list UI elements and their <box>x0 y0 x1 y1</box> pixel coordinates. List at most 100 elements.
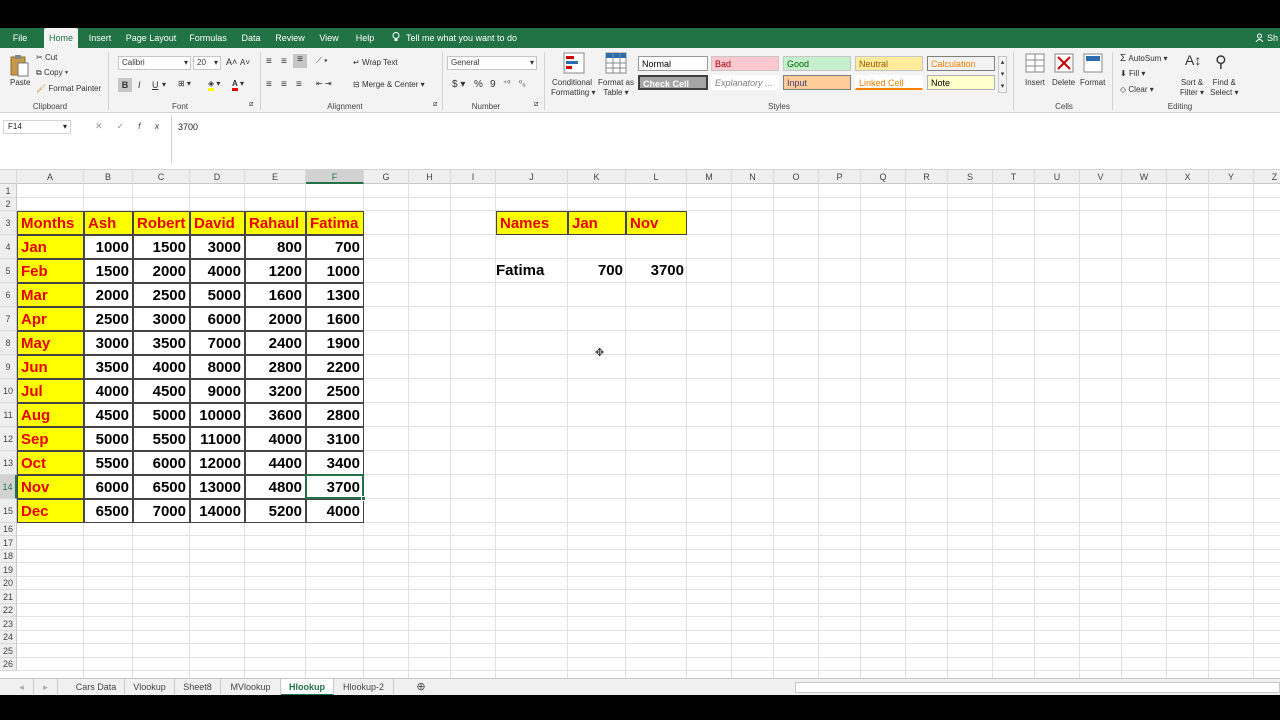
value-cell[interactable]: 9000 <box>190 379 245 403</box>
column-header-h[interactable]: H <box>409 170 451 184</box>
tab-data[interactable]: Data <box>237 28 265 48</box>
user-account[interactable]: Sh <box>1255 28 1280 48</box>
sheet-tab-hlookup-2[interactable]: Hlookup-2 <box>334 679 394 696</box>
value-cell[interactable]: 1000 <box>84 235 133 259</box>
style-calculation[interactable]: Calculation <box>927 56 995 71</box>
month-cell[interactable]: Jan <box>17 235 84 259</box>
column-header-v[interactable]: V <box>1080 170 1122 184</box>
row-header-22[interactable]: 22 <box>0 604 17 617</box>
row-header-2[interactable]: 2 <box>0 198 17 211</box>
value-cell[interactable]: 5500 <box>84 451 133 475</box>
value-cell[interactable]: 14000 <box>190 499 245 523</box>
value-cell[interactable]: 7000 <box>133 499 190 523</box>
value-cell[interactable]: 5000 <box>133 403 190 427</box>
lookup-header-cell[interactable]: Nov <box>626 211 687 235</box>
row-header-24[interactable]: 24 <box>0 631 17 644</box>
row-header-5[interactable]: 5 <box>0 259 17 283</box>
styles-scroll[interactable]: ▴ ▾ ▾ <box>998 56 1007 93</box>
copy-button[interactable]: ⧉ Copy ▾ <box>36 68 68 78</box>
autosum-button[interactable]: Σ AutoSum ▾ <box>1120 53 1168 64</box>
value-cell[interactable]: 4400 <box>245 451 306 475</box>
value-cell[interactable]: 3600 <box>245 403 306 427</box>
column-header-r[interactable]: R <box>906 170 948 184</box>
value-cell[interactable]: 2800 <box>245 355 306 379</box>
number-format-select[interactable]: General ▾ <box>447 56 537 70</box>
column-header-c[interactable]: C <box>133 170 190 184</box>
value-cell[interactable]: 4000 <box>306 499 364 523</box>
find-icon[interactable]: ⚲ <box>1215 52 1227 72</box>
orientation-icon[interactable]: ⟋ ▾ <box>316 56 328 66</box>
row-header-20[interactable]: 20 <box>0 577 17 590</box>
column-header-k[interactable]: K <box>568 170 626 184</box>
sheet-tab-vlookup[interactable]: Vlookup <box>125 679 175 696</box>
tab-insert[interactable]: Insert <box>84 28 116 48</box>
row-header-18[interactable]: 18 <box>0 550 17 563</box>
value-cell[interactable]: 2400 <box>245 331 306 355</box>
value-cell[interactable]: 6000 <box>190 307 245 331</box>
value-cell[interactable]: 6000 <box>84 475 133 499</box>
column-header-j[interactable]: J <box>496 170 568 184</box>
style-linked-cell[interactable]: Linked Cell <box>855 75 923 90</box>
value-cell[interactable]: 13000 <box>190 475 245 499</box>
align-left-icon[interactable]: ≡ <box>266 79 272 90</box>
row-header-19[interactable]: 19 <box>0 563 17 577</box>
delete-cells-button[interactable] <box>1053 52 1075 76</box>
value-cell[interactable]: 8000 <box>190 355 245 379</box>
formula-input[interactable]: 3700 <box>171 115 1280 164</box>
enter-icon[interactable]: ✓ <box>117 121 139 131</box>
lookup-name-cell[interactable]: Fatima <box>496 259 568 283</box>
row-header-26[interactable]: 26 <box>0 658 17 671</box>
value-cell[interactable]: 2000 <box>133 259 190 283</box>
style-good[interactable]: Good <box>783 56 851 71</box>
value-cell[interactable]: 3000 <box>133 307 190 331</box>
increase-decimal-icon[interactable]: ⁺⁰ <box>503 79 510 88</box>
fill-handle[interactable] <box>361 496 366 501</box>
row-header-3[interactable]: 3 <box>0 211 17 235</box>
value-cell[interactable]: 4000 <box>190 259 245 283</box>
style-input[interactable]: Input <box>783 75 851 90</box>
month-cell[interactable]: Oct <box>17 451 84 475</box>
value-cell[interactable]: 5200 <box>245 499 306 523</box>
month-cell[interactable]: Aug <box>17 403 84 427</box>
dialog-launcher-icon[interactable]: ⧄ <box>249 101 253 109</box>
scroll-next-icon[interactable]: ▸ <box>34 679 58 696</box>
column-header-y[interactable]: Y <box>1209 170 1254 184</box>
dialog-launcher-icon[interactable]: ⧄ <box>433 101 437 109</box>
table-header-cell[interactable]: David <box>190 211 245 235</box>
column-header-b[interactable]: B <box>84 170 133 184</box>
shrink-font-button[interactable]: A˅ <box>240 58 250 67</box>
value-cell[interactable]: 4000 <box>133 355 190 379</box>
font-color-button[interactable]: A ▾ <box>232 79 244 91</box>
row-header-13[interactable]: 13 <box>0 451 17 475</box>
column-header-p[interactable]: P <box>819 170 861 184</box>
row-header-1[interactable]: 1 <box>0 184 17 198</box>
row-header-21[interactable]: 21 <box>0 590 17 604</box>
lookup-result-cell[interactable]: 700 <box>568 259 626 283</box>
value-cell[interactable]: 1600 <box>306 307 364 331</box>
row-header-10[interactable]: 10 <box>0 379 17 403</box>
row-header-6[interactable]: 6 <box>0 283 17 307</box>
style-note[interactable]: Note <box>927 75 995 90</box>
select-all-corner[interactable] <box>0 170 17 184</box>
row-header-7[interactable]: 7 <box>0 307 17 331</box>
value-cell[interactable]: 1200 <box>245 259 306 283</box>
table-header-cell[interactable]: Ash <box>84 211 133 235</box>
value-cell[interactable]: 2500 <box>306 379 364 403</box>
value-cell[interactable]: 5500 <box>133 427 190 451</box>
value-cell[interactable]: 2500 <box>133 283 190 307</box>
font-name-select[interactable]: Calibri ▾ <box>118 56 191 70</box>
tab-file[interactable]: File <box>6 28 34 48</box>
worksheet-grid[interactable]: ABCDEFGHIJKLMNOPQRSTUVWXYZ 1 2 3 4 5 6 7 8 9 10 11… <box>0 170 1280 678</box>
value-cell[interactable]: 5000 <box>84 427 133 451</box>
style-check-cell[interactable]: Check Cell <box>638 75 708 90</box>
month-cell[interactable]: Jul <box>17 379 84 403</box>
value-cell[interactable]: 2500 <box>84 307 133 331</box>
column-header-x[interactable]: X <box>1167 170 1209 184</box>
tab-review[interactable]: Review <box>272 28 308 48</box>
value-cell[interactable]: 2200 <box>306 355 364 379</box>
comma-button[interactable]: 9 <box>490 79 496 90</box>
clear-button[interactable]: ◇ Clear ▾ <box>1120 85 1154 94</box>
value-cell[interactable]: 11000 <box>190 427 245 451</box>
add-sheet-icon[interactable]: ⊕ <box>410 679 432 696</box>
tab-formulas[interactable]: Formulas <box>186 28 230 48</box>
